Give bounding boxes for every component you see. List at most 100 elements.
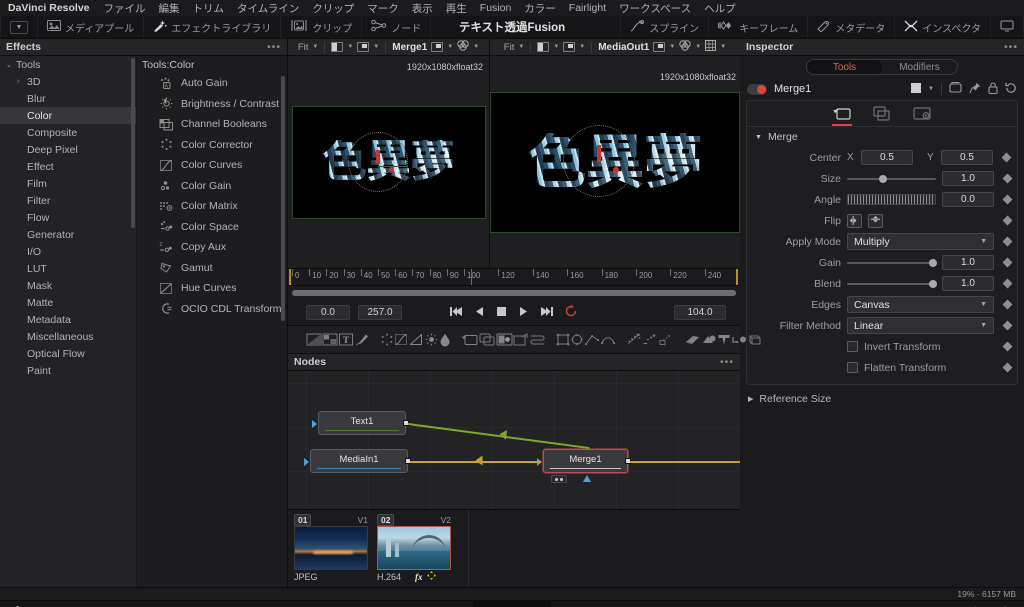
menu-item-clip[interactable]: クリップ: [312, 1, 354, 16]
viewer-left[interactable]: Fit ▼ ▼ ▼ Merge1 ▼ ▼ 1920x1080xfloat32 色…: [288, 39, 490, 268]
resize-icon[interactable]: [529, 330, 546, 350]
flip-keyframe-icon[interactable]: [1002, 215, 1013, 226]
menu-item-fusion[interactable]: Fusion: [480, 2, 512, 14]
invert-transform-keyframe-icon[interactable]: [1002, 341, 1013, 352]
menu-item-view[interactable]: 表示: [412, 1, 433, 16]
effects-tree-item-matte[interactable]: Matte: [0, 294, 136, 311]
invert-transform-checkbox[interactable]: [847, 341, 858, 352]
chevron-down-icon[interactable]: ▼: [347, 44, 353, 50]
timeline-playhead[interactable]: [470, 269, 472, 285]
viewer-right[interactable]: Fit ▼ ▼ ▼ MediaOut1 ▼ ▼ ▼ 1920x1080xfloa…: [490, 39, 740, 268]
dissolve-icon[interactable]: [479, 330, 496, 350]
chevron-down-icon[interactable]: ▼: [669, 44, 675, 50]
nodes-button[interactable]: ノード: [362, 16, 432, 38]
rectangle-mask-icon[interactable]: [556, 330, 570, 350]
chevron-down-icon[interactable]: ▼: [312, 44, 318, 50]
clip-thumbnail[interactable]: [377, 526, 451, 570]
onscreen-control-handle[interactable]: [613, 166, 619, 173]
effects-tree-item-composite[interactable]: Composite: [0, 124, 136, 141]
blend-field[interactable]: 1.0: [942, 276, 994, 291]
flip-horizontal-button[interactable]: [847, 213, 862, 228]
effects-tree-item-mask[interactable]: Mask: [0, 277, 136, 294]
viewer-left-node-label[interactable]: Merge1: [392, 42, 427, 53]
pin-icon[interactable]: [969, 82, 981, 97]
transform-icon[interactable]: [513, 330, 529, 350]
menu-item-fairlight[interactable]: Fairlight: [569, 2, 606, 14]
node-input-port[interactable]: [304, 458, 309, 466]
timeline-scrollbar[interactable]: [292, 290, 736, 296]
effects-item-ocio-cdl-transform[interactable]: OCIO CDL Transform: [137, 299, 287, 320]
chevron-down-icon[interactable]: ▼: [373, 44, 379, 50]
reset-icon[interactable]: [1005, 82, 1017, 97]
renderer-3d-icon[interactable]: [747, 330, 763, 350]
timeline-out-marker[interactable]: [736, 269, 738, 285]
effects-tree-item-lut[interactable]: LUT: [0, 260, 136, 277]
merge-group-header[interactable]: ▼ Merge: [747, 127, 1017, 147]
settings-tab-icon[interactable]: [909, 103, 935, 125]
effects-tree-item-blur[interactable]: Blur: [0, 90, 136, 107]
chevron-down-icon[interactable]: ▼: [720, 44, 726, 50]
gain-keyframe-icon[interactable]: [1002, 257, 1013, 268]
tab-modifiers[interactable]: Modifiers: [882, 60, 957, 74]
effects-tree-item-flow[interactable]: Flow: [0, 209, 136, 226]
text-plus-icon[interactable]: T: [338, 330, 354, 350]
edges-keyframe-icon[interactable]: [1002, 299, 1013, 310]
node-enable-toggle[interactable]: [747, 83, 767, 95]
merge-3d-icon[interactable]: [731, 330, 747, 350]
brightness-contrast-icon[interactable]: [424, 330, 439, 350]
spline-button[interactable]: スプライン: [620, 16, 708, 38]
layers-tab-icon[interactable]: [869, 103, 895, 125]
effects-item-color-space[interactable]: Color Space: [137, 217, 287, 238]
node-input-port[interactable]: [312, 420, 317, 428]
menu-item-edit[interactable]: 編集: [159, 1, 180, 16]
edges-dropdown[interactable]: Canvas ▼: [847, 296, 994, 313]
effects-item-color-gain[interactable]: Color Gain: [137, 176, 287, 197]
inspector-options-icon[interactable]: •••: [1004, 41, 1018, 53]
apply-mode-dropdown[interactable]: Multiply ▼: [847, 233, 994, 250]
flatten-transform-keyframe-icon[interactable]: [1002, 362, 1013, 373]
media-pool-button[interactable]: メディアプール: [38, 16, 145, 38]
effects-item-color-corrector[interactable]: Color Corrector: [137, 135, 287, 156]
effects-item-color-matrix[interactable]: Color Matrix: [137, 196, 287, 217]
center-y-field[interactable]: 0.5: [941, 150, 993, 165]
text-3d-icon[interactable]: [717, 330, 731, 350]
color-curves-icon[interactable]: [394, 330, 409, 350]
first-frame-icon[interactable]: [450, 306, 463, 320]
effects-tree-item-paint[interactable]: Paint: [0, 362, 136, 379]
matte-control-icon[interactable]: [496, 330, 513, 350]
gain-field[interactable]: 1.0: [942, 255, 994, 270]
monitor-button[interactable]: [990, 16, 1024, 38]
onscreen-control-center[interactable]: [375, 149, 380, 164]
keyframe-button[interactable]: キーフレーム: [708, 16, 807, 38]
node-view-indicator[interactable]: [583, 475, 591, 482]
split-view-icon[interactable]: [537, 42, 550, 52]
size-keyframe-icon[interactable]: [1002, 173, 1013, 184]
blend-slider[interactable]: [847, 276, 937, 291]
color-channels-icon[interactable]: [457, 40, 469, 54]
effects-tree-item-generator[interactable]: Generator: [0, 226, 136, 243]
stop-icon[interactable]: [496, 306, 507, 320]
size-slider[interactable]: [847, 171, 936, 186]
bspline-mask-icon[interactable]: [600, 330, 616, 350]
node-mediain1[interactable]: MediaIn1: [304, 449, 411, 473]
flatten-transform-checkbox[interactable]: [847, 362, 858, 373]
hue-curves-icon[interactable]: [409, 330, 424, 350]
viewer-right-canvas[interactable]: 1920x1080xfloat32 色異夢: [490, 56, 740, 268]
paint-icon[interactable]: [354, 330, 370, 350]
timeline-in-marker[interactable]: [289, 269, 291, 285]
last-frame-icon[interactable]: [540, 306, 553, 320]
fairlight-page[interactable]: [629, 601, 707, 607]
layout-preset-button[interactable]: ▼: [0, 16, 38, 38]
filter-method-keyframe-icon[interactable]: [1002, 320, 1013, 331]
chevron-down-icon[interactable]: ▼: [518, 44, 524, 50]
blend-keyframe-icon[interactable]: [1002, 278, 1013, 289]
effects-item-hue-curves[interactable]: Hue Curves: [137, 278, 287, 299]
loop-icon[interactable]: [565, 305, 578, 320]
effects-options-icon[interactable]: •••: [267, 41, 281, 53]
apply-mode-keyframe-icon[interactable]: [1002, 236, 1013, 247]
effects-library-button[interactable]: エフェクトライブラリ: [144, 16, 282, 38]
current-frame-field[interactable]: 104.0: [674, 305, 726, 320]
viewer-right-buffer-icon[interactable]: [653, 42, 666, 52]
effects-tree[interactable]: ⌄ Tools › 3D Blur Color Composite Deep Pixel Eff…: [0, 56, 137, 587]
color-corrector-icon[interactable]: [380, 330, 394, 350]
